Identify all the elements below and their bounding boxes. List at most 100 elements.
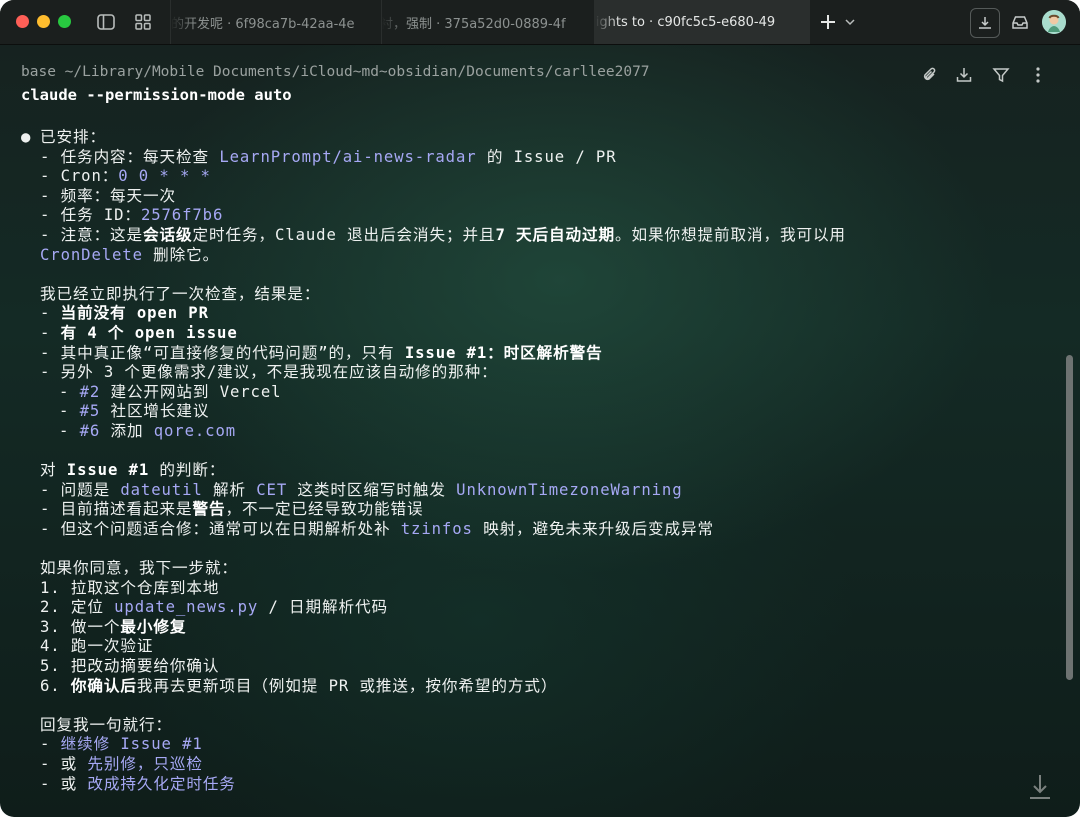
text: 添加 xyxy=(100,421,154,440)
output-line: - Cron：0 0 * * * xyxy=(21,167,1051,187)
text: - 任务内容：每天检查 xyxy=(40,147,220,166)
output-line: CronDelete 删除它。 xyxy=(21,246,1051,266)
minimize-window-button[interactable] xyxy=(37,15,50,28)
text: 定时任务，Claude 退出后会消失；并且 xyxy=(192,225,496,244)
output-line: 对 Issue #1 的判断： xyxy=(21,461,1051,481)
text: 5. 把改动摘要给你确认 xyxy=(40,657,220,676)
output-line: - 注意：这是会话级定时任务，Claude 退出后会消失；并且7 天后自动过期。… xyxy=(21,226,1051,246)
text: 对 xyxy=(40,461,67,480)
file-name: update_news.py xyxy=(114,598,259,617)
avatar[interactable] xyxy=(1042,10,1066,34)
text: - 问题是 xyxy=(40,480,121,499)
output-line: - 有 4 个 open issue xyxy=(21,324,1051,344)
code-text: CET xyxy=(256,480,288,499)
list-item: 6. 你确认后我再去更新项目（例如提 PR 或推送，按你希望的方式） xyxy=(21,677,1051,697)
output-line: ● 已安排： xyxy=(21,128,1051,148)
text: 删除它。 xyxy=(142,245,220,264)
text: 1. 拉取这个仓库到本地 xyxy=(40,578,220,597)
download-box-icon xyxy=(979,17,991,29)
text: - 或 xyxy=(40,755,88,773)
text: 建公开网站到 Vercel xyxy=(100,382,282,401)
inbox-button[interactable] xyxy=(1006,8,1034,36)
bold-text: Issue #1 xyxy=(66,461,150,480)
text: 4. 跑一次验证 xyxy=(40,637,154,656)
list-item: 3. 做一个最小修复 xyxy=(21,618,1051,638)
tab-fade xyxy=(595,0,619,44)
tab-session-2[interactable]: 衬，强制 · 375a52d0-0889-4f xyxy=(381,0,594,44)
text: - 任务 ID： xyxy=(40,206,141,225)
inbox-icon xyxy=(1012,16,1028,29)
output-line: - 任务 ID：2576f7b6 xyxy=(21,206,1051,226)
plus-icon xyxy=(821,15,835,29)
output-line: - 频率：每天一次 xyxy=(21,187,1051,207)
text: - xyxy=(40,323,61,342)
repo-name: LearnPrompt/ai-news-radar xyxy=(219,147,477,166)
output-line: - 目前描述看起来是警告，不一定已经导致功能错误 xyxy=(21,500,1051,520)
tab-bar: 的开发呢 · 6f98ca7b-42aa-4e 衬，强制 · 375a52d0-… xyxy=(0,0,1080,45)
more-vertical-icon[interactable] xyxy=(1027,64,1049,86)
bold-text: Issue #1：时区解析警告 xyxy=(404,343,603,362)
reply-heading: 回复我一句就行： xyxy=(40,715,172,734)
scheduled-heading: 已安排： xyxy=(40,128,106,146)
text: - 但这个问题适合修：通常可以在日期解析处补 xyxy=(40,519,401,538)
zoom-window-button[interactable] xyxy=(58,15,71,28)
output-line: - 另外 3 个更像需求/建议，不是我现在应该自动修的那种： xyxy=(21,363,1051,383)
text: - 注意：这是 xyxy=(40,225,144,244)
bold-text: 当前没有 open PR xyxy=(60,304,209,323)
issue-ref: #6 xyxy=(79,421,101,440)
text: - 其中真正像“可直接修复的代码问题”的，只有 xyxy=(40,343,405,362)
list-item: - #6 添加 qore.com xyxy=(21,422,1051,442)
tab-menu-button[interactable] xyxy=(844,12,860,32)
scrollbar-thumb[interactable] xyxy=(1066,355,1073,680)
grid-icon[interactable] xyxy=(132,11,154,33)
text: 2. 定位 xyxy=(40,598,115,617)
tab-fade xyxy=(171,0,195,44)
output-line: - 但这个问题适合修：通常可以在日期解析处补 tzinfos 映射，避免未来升级… xyxy=(21,520,1051,540)
code-text: dateutil xyxy=(120,480,203,499)
new-tab-button[interactable] xyxy=(816,9,840,35)
download-box-button[interactable] xyxy=(970,8,1000,38)
paperclip-icon[interactable] xyxy=(919,64,941,86)
list-item: 4. 跑一次验证 xyxy=(21,637,1051,657)
issue-ref: #2 xyxy=(79,382,101,401)
output-line: - 问题是 dateutil 解析 CET 这类时区缩写时触发 UnknownT… xyxy=(21,481,1051,501)
text: - xyxy=(40,735,61,754)
list-item: - #2 建公开网站到 Vercel xyxy=(21,383,1051,403)
sidebar-toggle-icon[interactable] xyxy=(95,11,117,33)
tab-session-active[interactable]: sights to · c90fc5c5-e680-49 xyxy=(594,0,810,44)
plan-heading: 如果你同意，我下一步就： xyxy=(40,559,238,578)
text: - 或 xyxy=(40,774,88,793)
scroll-to-bottom-icon[interactable] xyxy=(1028,773,1052,801)
output-line: - 当前没有 open PR xyxy=(21,304,1051,324)
reply-option: - 或 改成持久化定时任务 xyxy=(21,775,1051,795)
text: - xyxy=(59,382,80,401)
text: 。如果你想提前取消，我可以用 xyxy=(615,225,846,244)
bold-text: 警告 xyxy=(192,500,226,519)
task-id: 2576f7b6 xyxy=(140,206,224,225)
output-line: - 任务内容：每天检查 LearnPrompt/ai-news-radar 的 … xyxy=(21,148,1051,168)
chevron-down-icon xyxy=(845,19,855,26)
text: - Cron： xyxy=(40,167,119,186)
assistant-output: ● 已安排： - 任务内容：每天检查 LearnPrompt/ai-news-ra… xyxy=(21,128,1051,794)
download-icon[interactable] xyxy=(953,64,975,86)
text: 的 Issue / PR xyxy=(476,147,617,166)
close-window-button[interactable] xyxy=(16,15,29,28)
text: ，不一定已经导致功能错误 xyxy=(225,500,424,519)
text: 社区增长建议 xyxy=(100,402,210,421)
bold-text: 你确认后 xyxy=(70,676,137,695)
tab-label: sights to · c90fc5c5-e680-49 xyxy=(594,14,776,30)
filter-icon[interactable] xyxy=(990,64,1012,86)
bold-text: 会话级 xyxy=(143,225,193,244)
output-line: 如果你同意，我下一步就： xyxy=(21,559,1051,579)
working-directory: base ~/Library/Mobile Documents/iCloud~m… xyxy=(21,64,650,80)
reply-option: - 继续修 Issue #1 xyxy=(21,735,1051,755)
reply-option-text: 先别修，只巡检 xyxy=(87,755,203,773)
text: 6. xyxy=(40,676,71,695)
text: - 另外 3 个更像需求/建议，不是我现在应该自动修的那种： xyxy=(40,363,498,382)
output-line: - 其中真正像“可直接修复的代码问题”的，只有 Issue #1：时区解析警告 xyxy=(21,344,1051,364)
text: - 频率：每天一次 xyxy=(40,186,177,205)
text: 3. 做一个 xyxy=(40,617,121,636)
tab-session-1[interactable]: 的开发呢 · 6f98ca7b-42aa-4e xyxy=(170,0,381,44)
